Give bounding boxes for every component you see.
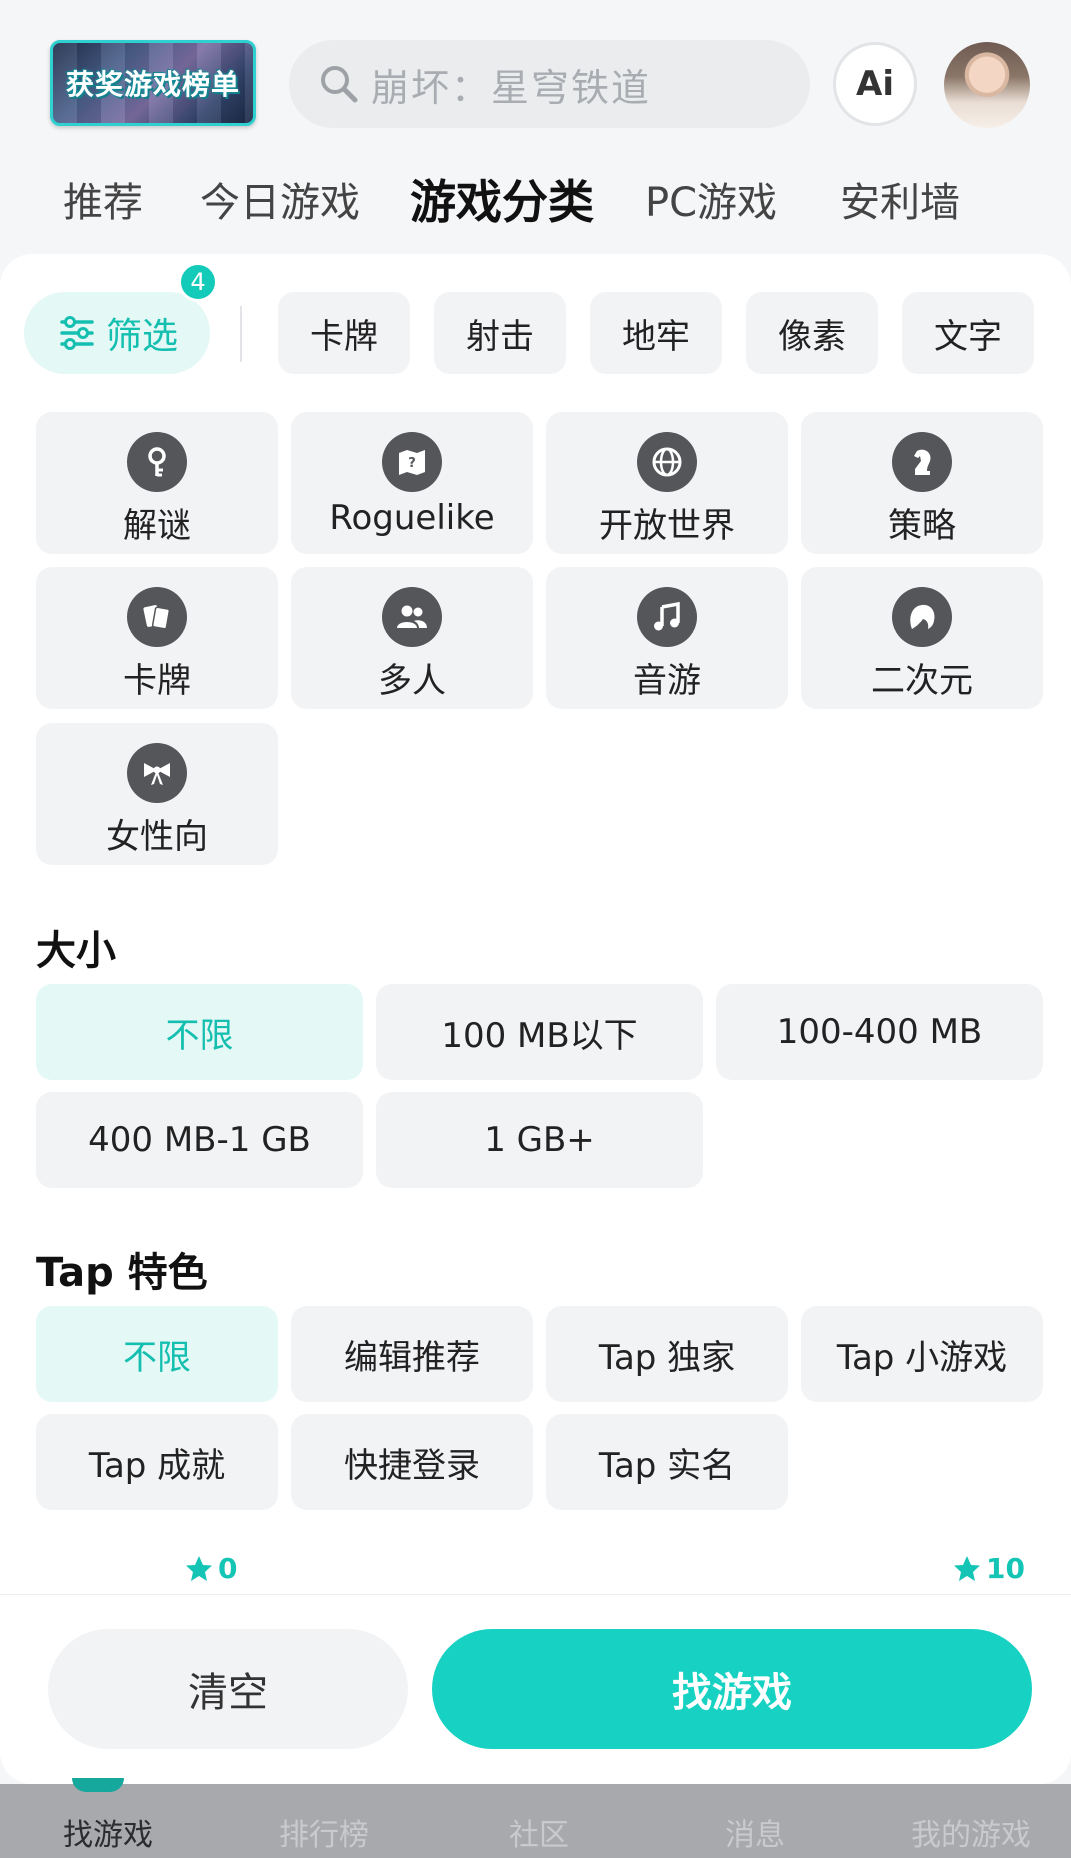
cards-icon <box>127 587 187 647</box>
tap-option-exclusive[interactable]: Tap 独家 <box>546 1306 788 1402</box>
category-card[interactable]: 卡牌 <box>36 567 278 709</box>
sliders-icon <box>60 316 94 350</box>
rating-min: 0 <box>184 1552 237 1585</box>
size-section-title: 大小 <box>36 928 116 974</box>
selected-chip-card[interactable]: 卡牌 <box>278 292 410 374</box>
ai-assistant-button[interactable]: Ai <box>833 42 917 126</box>
tab-pc-games[interactable]: PC游戏 <box>645 170 777 228</box>
rating-max: 10 <box>952 1552 1025 1585</box>
logo-text: 获奖游戏榜单 <box>65 68 240 101</box>
category-label: 音游 <box>633 661 701 701</box>
search-icon <box>321 66 358 103</box>
size-option-100-400mb[interactable]: 100-400 MB <box>716 984 1043 1080</box>
size-option-400mb-1gb[interactable]: 400 MB-1 GB <box>36 1092 363 1188</box>
user-avatar[interactable] <box>944 42 1030 128</box>
filter-sheet: 筛选 4 卡牌 射击 地牢 像素 文字 解谜 ? Roguelike 开放世界 … <box>0 254 1071 1784</box>
category-puzzle[interactable]: 解谜 <box>36 412 278 554</box>
category-label: 开放世界 <box>599 506 735 546</box>
nav-community[interactable]: 社区 <box>509 1810 569 1854</box>
selected-chip-text[interactable]: 文字 <box>902 292 1034 374</box>
filter-row: 筛选 4 卡牌 射击 地牢 像素 文字 <box>0 262 1071 376</box>
category-label: 策略 <box>888 506 956 546</box>
category-anime[interactable]: 二次元 <box>801 567 1043 709</box>
category-label: 二次元 <box>871 661 973 701</box>
category-label: 多人 <box>378 661 446 701</box>
tap-option-achievements[interactable]: Tap 成就 <box>36 1414 278 1510</box>
nav-my-games[interactable]: 我的游戏 <box>911 1810 1031 1854</box>
category-label: Roguelike <box>329 498 495 538</box>
divider <box>240 306 242 362</box>
chess-knight-icon <box>892 432 952 492</box>
category-roguelike[interactable]: ? Roguelike <box>291 412 533 554</box>
tap-features-section-title: Tap 特色 <box>36 1250 208 1296</box>
tab-today[interactable]: 今日游戏 <box>200 170 360 228</box>
map-icon: ? <box>382 432 442 492</box>
category-label: 解谜 <box>123 506 191 546</box>
category-rhythm[interactable]: 音游 <box>546 567 788 709</box>
tap-option-quick-login[interactable]: 快捷登录 <box>291 1414 533 1510</box>
size-option-unlimited[interactable]: 不限 <box>36 984 363 1080</box>
bow-icon <box>127 743 187 803</box>
filter-button[interactable]: 筛选 4 <box>24 262 218 374</box>
search-bar[interactable]: 崩坏：星穹铁道 <box>289 40 810 128</box>
size-option-under-100mb[interactable]: 100 MB以下 <box>376 984 703 1080</box>
rating-max-value: 10 <box>986 1552 1025 1585</box>
category-open-world[interactable]: 开放世界 <box>546 412 788 554</box>
anime-head-icon <box>892 587 952 647</box>
people-icon <box>382 587 442 647</box>
filter-label: 筛选 <box>106 316 179 357</box>
key-icon <box>127 432 187 492</box>
award-games-logo[interactable]: 获奖游戏榜单 <box>50 40 256 126</box>
star-icon <box>186 1555 212 1581</box>
tab-recommend-wall[interactable]: 安利墙 <box>840 170 960 228</box>
bottom-navigation: 找游戏 排行榜 社区 消息 我的游戏 <box>0 1778 1071 1858</box>
top-tabs: 推荐 今日游戏 游戏分类 PC游戏 安利墙 <box>0 160 1071 232</box>
tab-categories[interactable]: 游戏分类 <box>408 166 596 232</box>
category-multiplayer[interactable]: 多人 <box>291 567 533 709</box>
nav-messages[interactable]: 消息 <box>725 1810 785 1854</box>
rating-min-value: 0 <box>218 1552 238 1585</box>
selected-chip-dungeon[interactable]: 地牢 <box>590 292 722 374</box>
top-header: 获奖游戏榜单 崩坏：星穹铁道 Ai 推荐 今日游戏 游戏分类 PC游戏 安利墙 <box>0 0 1071 254</box>
clear-button[interactable]: 清空 <box>48 1629 408 1749</box>
filter-count-badge: 4 <box>178 262 218 302</box>
tap-option-mini-games[interactable]: Tap 小游戏 <box>801 1306 1043 1402</box>
svg-text:?: ? <box>408 456 416 471</box>
nav-find-games[interactable]: 找游戏 <box>63 1810 153 1854</box>
music-note-icon <box>637 587 697 647</box>
sheet-footer: 清空 找游戏 <box>0 1594 1071 1784</box>
search-placeholder: 崩坏：星穹铁道 <box>371 65 652 110</box>
find-games-button[interactable]: 找游戏 <box>432 1629 1032 1749</box>
tap-option-unlimited[interactable]: 不限 <box>36 1306 278 1402</box>
category-strategy[interactable]: 策略 <box>801 412 1043 554</box>
size-option-over-1gb[interactable]: 1 GB+ <box>376 1092 703 1188</box>
category-female-oriented[interactable]: 女性向 <box>36 723 278 865</box>
tap-option-editor-pick[interactable]: 编辑推荐 <box>291 1306 533 1402</box>
globe-icon <box>637 432 697 492</box>
tab-recommend[interactable]: 推荐 <box>63 170 143 228</box>
selected-chip-pixel[interactable]: 像素 <box>746 292 878 374</box>
star-icon <box>954 1555 980 1581</box>
category-label: 女性向 <box>106 817 208 857</box>
category-label: 卡牌 <box>123 661 191 701</box>
selected-chip-shooter[interactable]: 射击 <box>434 292 566 374</box>
nav-rankings[interactable]: 排行榜 <box>279 1810 369 1854</box>
tap-option-real-name[interactable]: Tap 实名 <box>546 1414 788 1510</box>
active-nav-indicator <box>72 1778 124 1792</box>
